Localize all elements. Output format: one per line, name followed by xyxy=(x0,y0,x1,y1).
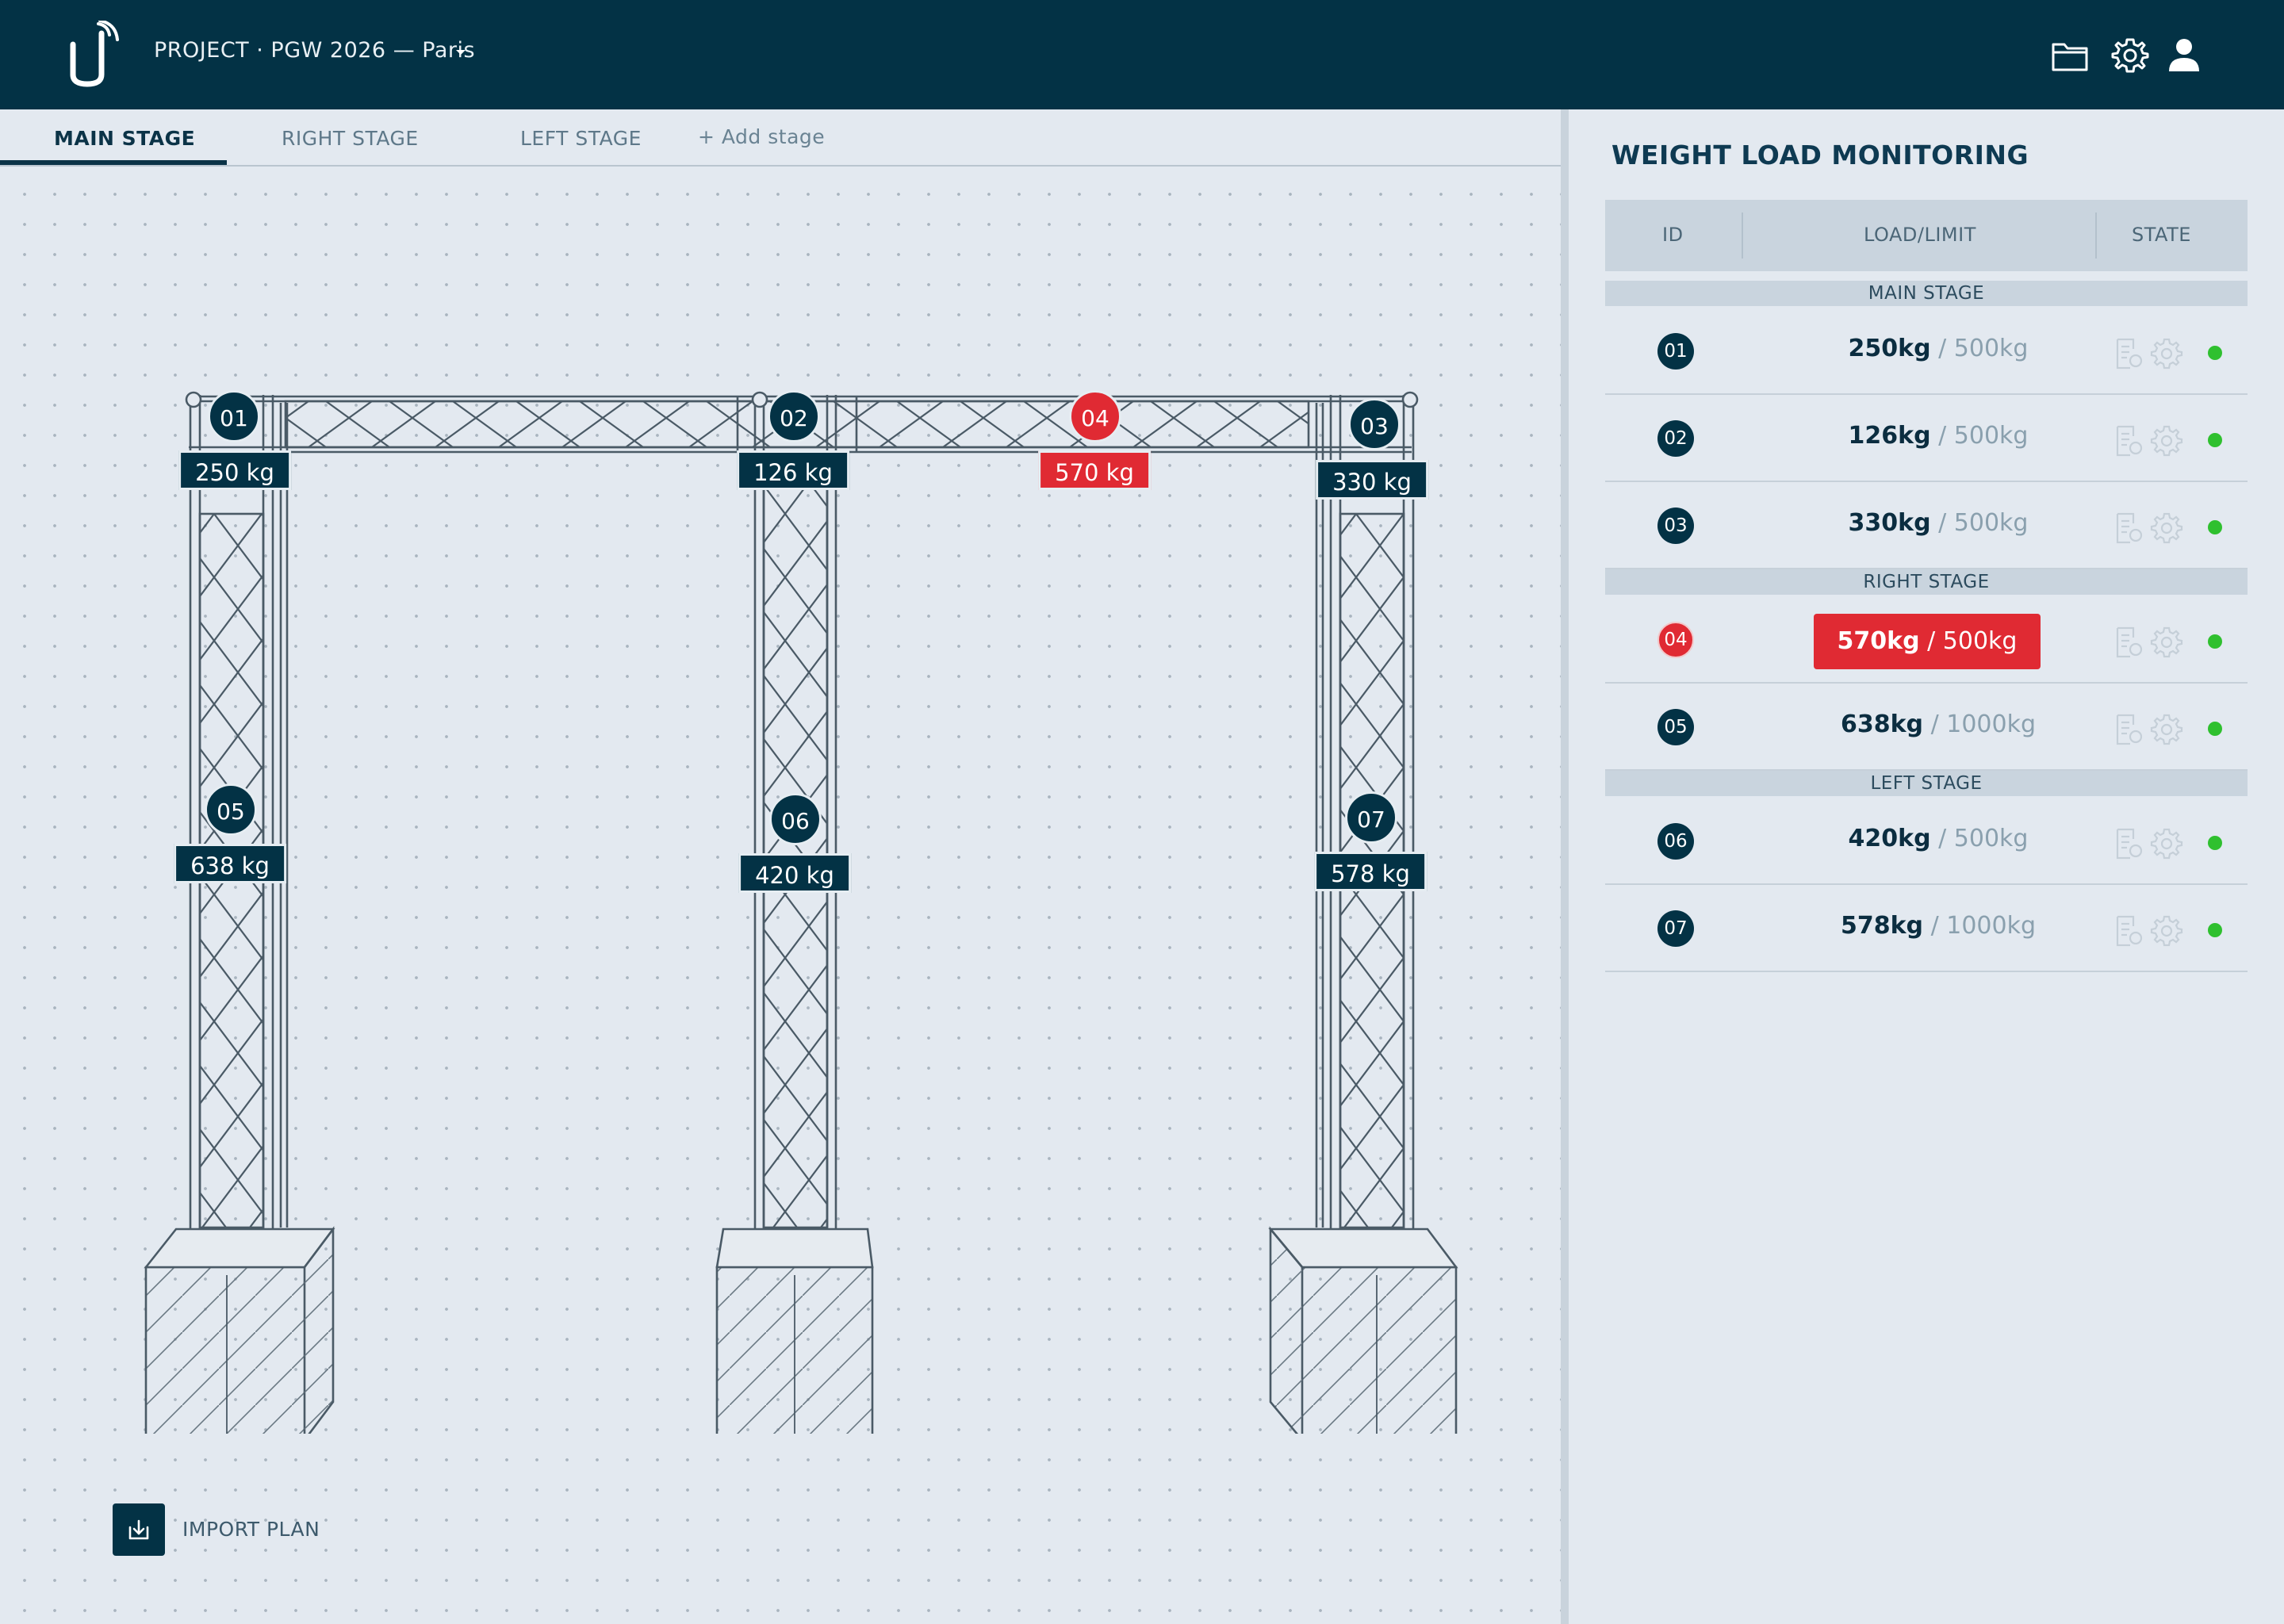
import-icon xyxy=(128,1519,149,1540)
section-left-stage: LEFT STAGE xyxy=(1605,771,2248,796)
load-point-01-tag[interactable]: 250 kg xyxy=(178,450,291,490)
state-ok-indicator xyxy=(2208,520,2222,534)
state-ok-indicator xyxy=(2208,722,2222,736)
app-logo-icon[interactable] xyxy=(63,21,119,89)
row-load-limit: 578kg / 1000kg xyxy=(1840,912,2036,940)
chevron-down-icon[interactable] xyxy=(455,49,466,56)
load-point-04-badge[interactable]: 04 xyxy=(1069,390,1121,442)
stage-canvas[interactable]: MAIN STAGE RIGHT STAGE LEFT STAGE + Add … xyxy=(0,109,1561,1624)
gear-icon[interactable] xyxy=(2149,423,2184,458)
load-point-02-badge[interactable]: 02 xyxy=(768,390,820,442)
table-header: ID LOAD/LIMIT STATE xyxy=(1605,200,2248,271)
column-header-state: STATE xyxy=(2132,224,2191,246)
load-point-06-tag[interactable]: 420 kg xyxy=(738,853,851,893)
folder-icon[interactable] xyxy=(2049,35,2090,76)
report-icon[interactable] xyxy=(2113,625,2144,660)
state-ok-indicator xyxy=(2208,923,2222,937)
row-load-limit: 420kg / 500kg xyxy=(1848,825,2029,852)
state-ok-indicator xyxy=(2208,346,2222,360)
load-point-05-tag[interactable]: 638 kg xyxy=(174,844,286,883)
load-point-06-badge[interactable]: 06 xyxy=(769,793,822,845)
row-id-badge: 02 xyxy=(1657,420,1694,457)
section-main-stage: MAIN STAGE xyxy=(1605,281,2248,306)
table-row[interactable]: 04 570kg / 500kg xyxy=(1605,596,2248,684)
gear-icon[interactable] xyxy=(2149,826,2184,861)
section-right-stage: RIGHT STAGE xyxy=(1605,569,2248,595)
column-header-id: ID xyxy=(1662,224,1684,246)
panel-divider[interactable] xyxy=(1561,109,1569,1624)
row-id-badge: 01 xyxy=(1657,333,1694,370)
table-row[interactable]: 01 250kg / 500kg xyxy=(1605,308,2248,395)
row-load-limit-alert: 570kg / 500kg xyxy=(1814,614,2041,669)
load-point-03-badge[interactable]: 03 xyxy=(1348,398,1401,450)
load-point-07-tag[interactable]: 578 kg xyxy=(1314,852,1427,891)
report-icon[interactable] xyxy=(2113,914,2144,948)
row-id-badge: 03 xyxy=(1657,508,1694,544)
row-id-badge: 07 xyxy=(1657,910,1694,947)
gear-icon[interactable] xyxy=(2149,625,2184,660)
user-icon[interactable] xyxy=(2163,35,2205,76)
tab-right-stage[interactable]: RIGHT STAGE xyxy=(282,127,419,150)
load-point-03-tag[interactable]: 330 kg xyxy=(1316,460,1428,500)
report-icon[interactable] xyxy=(2113,336,2144,371)
row-load-limit: 330kg / 500kg xyxy=(1848,509,2029,537)
state-ok-indicator xyxy=(2208,433,2222,447)
app-header: PROJECT · PGW 2026 — Paris xyxy=(0,0,2284,109)
report-icon[interactable] xyxy=(2113,712,2144,747)
row-id-badge: 06 xyxy=(1657,823,1694,860)
row-load-limit: 638kg / 1000kg xyxy=(1840,710,2036,738)
table-row[interactable]: 07 578kg / 1000kg xyxy=(1605,885,2248,972)
gear-icon[interactable] xyxy=(2149,914,2184,948)
load-point-07-badge[interactable]: 07 xyxy=(1345,791,1397,844)
project-selector[interactable]: PROJECT · PGW 2026 — Paris xyxy=(154,38,475,63)
row-load-limit: 250kg / 500kg xyxy=(1848,335,2029,362)
tab-main-stage[interactable]: MAIN STAGE xyxy=(54,127,195,150)
gear-icon[interactable] xyxy=(2149,712,2184,747)
table-row[interactable]: 02 126kg / 500kg xyxy=(1605,395,2248,482)
load-point-01-badge[interactable]: 01 xyxy=(208,390,260,442)
table-row[interactable]: 06 420kg / 500kg xyxy=(1605,798,2248,885)
row-id-badge: 05 xyxy=(1657,709,1694,745)
gear-icon[interactable] xyxy=(2110,35,2151,76)
load-point-02-tag[interactable]: 126 kg xyxy=(737,450,849,490)
load-point-05-badge[interactable]: 05 xyxy=(205,783,257,836)
report-icon[interactable] xyxy=(2113,511,2144,546)
stage-tabs: MAIN STAGE RIGHT STAGE LEFT STAGE + Add … xyxy=(0,109,1561,167)
gear-icon[interactable] xyxy=(2149,336,2184,371)
import-plan-button[interactable] xyxy=(113,1503,165,1556)
row-id-badge-alert: 04 xyxy=(1657,622,1694,658)
monitoring-panel: WEIGHT LOAD MONITORING ID LOAD/LIMIT STA… xyxy=(1569,109,2284,1624)
state-ok-indicator xyxy=(2208,634,2222,649)
column-separator xyxy=(1742,213,1743,259)
report-icon[interactable] xyxy=(2113,826,2144,861)
table-row[interactable]: 05 638kg / 1000kg xyxy=(1605,684,2248,771)
state-ok-indicator xyxy=(2208,836,2222,850)
column-header-load-limit: LOAD/LIMIT xyxy=(1864,224,1976,246)
row-load-limit: 126kg / 500kg xyxy=(1848,422,2029,450)
load-point-04-tag[interactable]: 570 kg xyxy=(1038,450,1151,490)
add-stage-button[interactable]: + Add stage xyxy=(698,125,825,148)
import-plan-label[interactable]: IMPORT PLAN xyxy=(182,1518,320,1541)
column-separator xyxy=(2095,213,2097,259)
panel-title: WEIGHT LOAD MONITORING xyxy=(1611,140,2029,170)
tab-left-stage[interactable]: LEFT STAGE xyxy=(520,127,642,150)
report-icon[interactable] xyxy=(2113,423,2144,458)
gear-icon[interactable] xyxy=(2149,511,2184,546)
table-row[interactable]: 03 330kg / 500kg xyxy=(1605,482,2248,569)
